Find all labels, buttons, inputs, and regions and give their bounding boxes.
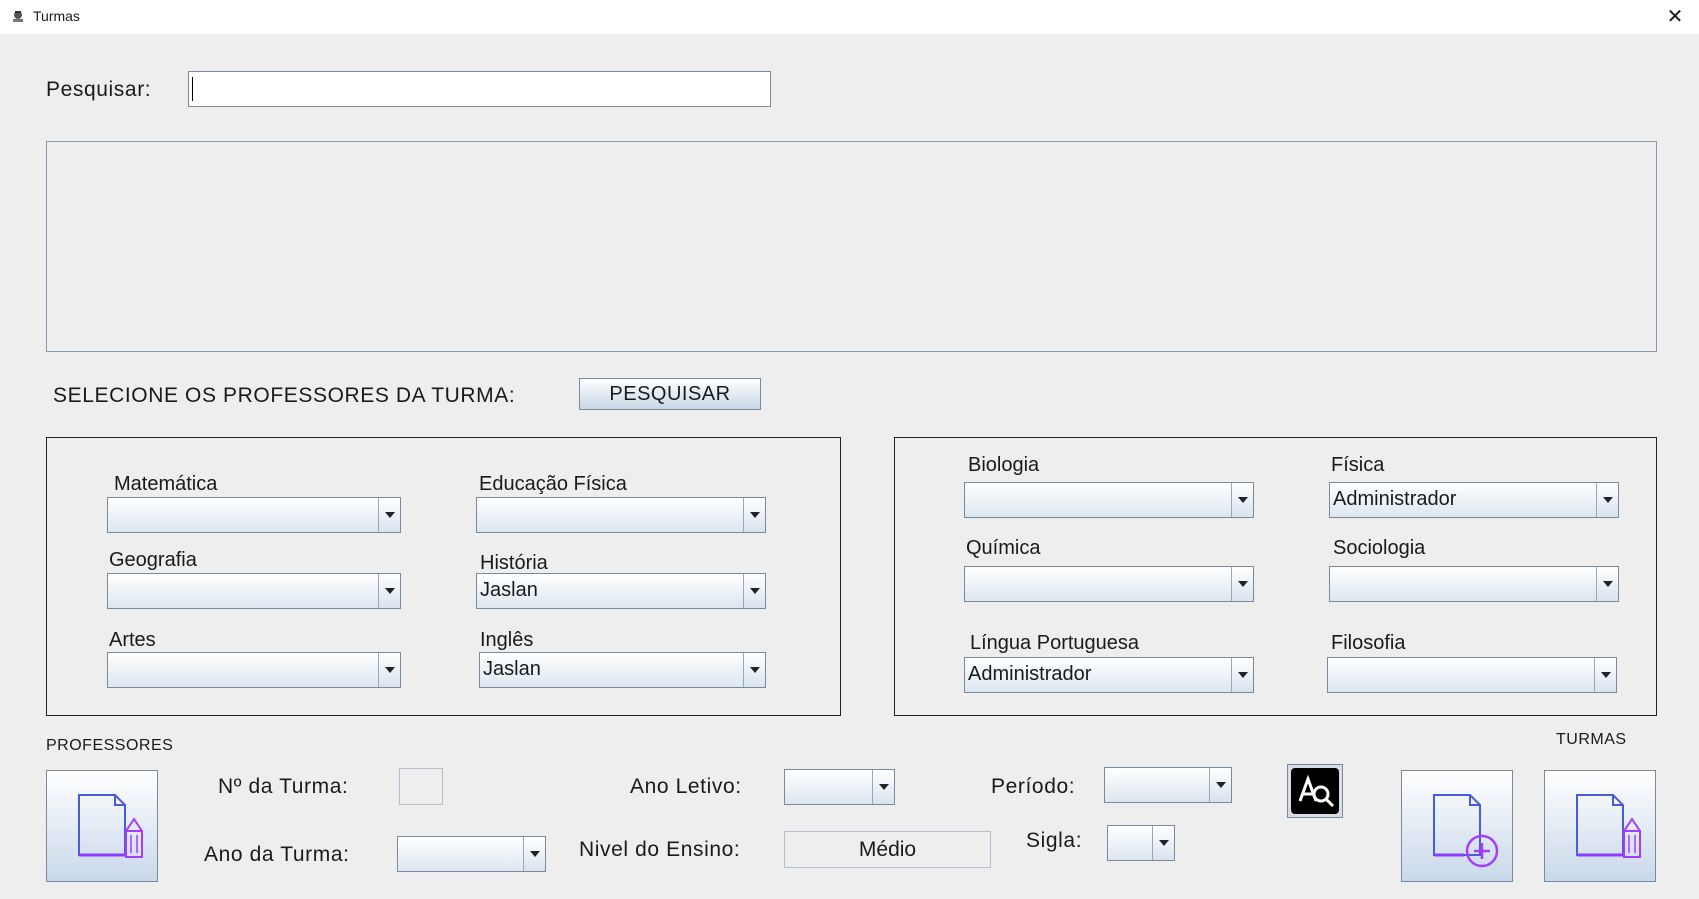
edit-turma-button[interactable]	[1544, 770, 1656, 882]
periodo-select[interactable]	[1104, 767, 1232, 803]
chevron-down-icon[interactable]	[743, 498, 765, 532]
filosofia-select[interactable]	[1327, 657, 1617, 693]
chevron-down-icon[interactable]	[872, 770, 894, 804]
chevron-down-icon[interactable]	[1231, 658, 1253, 692]
historia-value: Jaslan	[480, 579, 538, 601]
historia-label: História	[480, 552, 548, 574]
chevron-down-icon[interactable]	[1594, 658, 1616, 692]
ano-letivo-label: Ano Letivo:	[630, 775, 742, 798]
results-list[interactable]	[46, 141, 1657, 352]
search-label: Pesquisar:	[46, 78, 152, 101]
artes-label: Artes	[109, 629, 156, 651]
chevron-down-icon[interactable]	[743, 574, 765, 608]
biologia-label: Biologia	[968, 454, 1040, 476]
window-titlebar: Turmas ✕	[0, 0, 1699, 34]
ano-turma-label: Ano da Turma:	[204, 843, 350, 866]
sociologia-label: Sociologia	[1333, 537, 1426, 559]
numero-turma-field[interactable]	[399, 768, 443, 805]
chevron-down-icon[interactable]	[378, 498, 400, 532]
chevron-down-icon[interactable]	[378, 653, 400, 687]
historia-select[interactable]: Jaslan	[476, 573, 766, 609]
lingua-portuguesa-select[interactable]: Administrador	[964, 657, 1254, 693]
spellcheck-icon	[1291, 768, 1339, 814]
nivel-ensino-field: Médio	[784, 831, 991, 868]
fisica-label: Física	[1331, 454, 1385, 476]
chevron-down-icon[interactable]	[1596, 567, 1618, 601]
geografia-label: Geografia	[109, 549, 197, 571]
chevron-down-icon[interactable]	[523, 837, 545, 871]
text-caret	[192, 77, 193, 101]
edit-document-icon	[1576, 794, 1641, 858]
chevron-down-icon[interactable]	[1209, 768, 1231, 802]
geografia-select[interactable]	[107, 573, 401, 609]
filosofia-label: Filosofia	[1331, 632, 1406, 654]
ano-turma-select[interactable]	[397, 836, 546, 872]
sigla-label: Sigla:	[1026, 829, 1083, 852]
ano-letivo-select[interactable]	[784, 769, 895, 805]
quimica-select[interactable]	[964, 566, 1254, 602]
ingles-value: Jaslan	[483, 658, 541, 680]
turmas-label: TURMAS	[1556, 731, 1627, 748]
matematica-label: Matemática	[114, 473, 218, 495]
teachers-prompt: SELECIONE OS PROFESSORES DA TURMA:	[53, 384, 516, 407]
chevron-down-icon[interactable]	[743, 653, 765, 687]
search-input[interactable]	[188, 71, 771, 107]
window-title: Turmas	[33, 8, 80, 24]
chevron-down-icon[interactable]	[1596, 483, 1618, 517]
new-turma-button[interactable]	[1401, 770, 1513, 882]
biologia-select[interactable]	[964, 482, 1254, 518]
educacao-fisica-label: Educação Física	[479, 473, 627, 495]
ingles-label: Inglês	[480, 629, 534, 651]
fisica-value: Administrador	[1333, 488, 1457, 510]
search-button[interactable]: PESQUISAR	[579, 378, 761, 410]
numero-turma-label: Nº da Turma:	[218, 775, 349, 798]
ingles-select[interactable]: Jaslan	[479, 652, 766, 688]
close-icon[interactable]: ✕	[1664, 6, 1686, 28]
sociologia-select[interactable]	[1329, 566, 1619, 602]
lingua-portuguesa-label: Língua Portuguesa	[970, 632, 1140, 654]
spellcheck-button[interactable]	[1287, 764, 1343, 818]
periodo-label: Período:	[991, 775, 1076, 798]
app-icon	[13, 11, 23, 22]
edit-document-icon	[78, 794, 143, 858]
add-document-icon	[1433, 794, 1499, 868]
fisica-select[interactable]: Administrador	[1329, 482, 1619, 518]
professores-label: PROFESSORES	[46, 737, 174, 754]
sigla-select[interactable]	[1107, 825, 1175, 861]
nivel-ensino-label: Nivel do Ensino:	[579, 838, 741, 861]
chevron-down-icon[interactable]	[1231, 483, 1253, 517]
chevron-down-icon[interactable]	[1231, 567, 1253, 601]
chevron-down-icon[interactable]	[1152, 826, 1174, 860]
chevron-down-icon[interactable]	[378, 574, 400, 608]
quimica-label: Química	[966, 537, 1041, 559]
lingua-portuguesa-value: Administrador	[968, 663, 1092, 685]
professores-button[interactable]	[46, 770, 158, 882]
matematica-select[interactable]	[107, 497, 401, 533]
educacao-fisica-select[interactable]	[476, 497, 766, 533]
artes-select[interactable]	[107, 652, 401, 688]
